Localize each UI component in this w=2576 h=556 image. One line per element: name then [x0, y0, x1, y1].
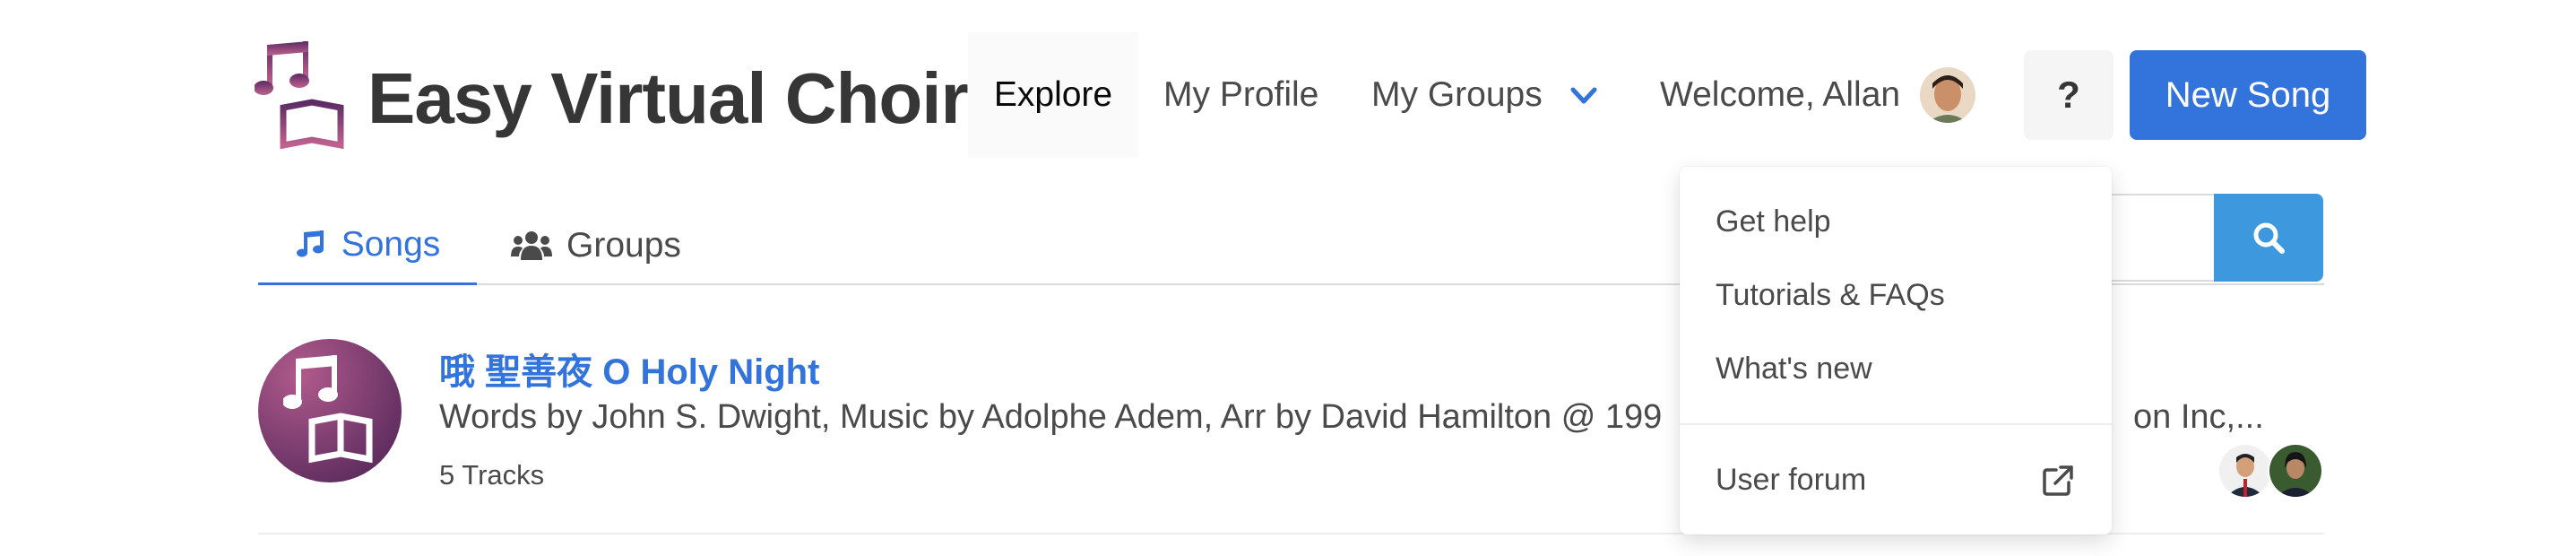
menu-item-whats-new[interactable]: What's new [1716, 352, 1872, 387]
nav-explore[interactable]: Explore [968, 32, 1138, 158]
welcome-text: Welcome, Allan [1660, 75, 1901, 114]
music-note-icon [296, 230, 324, 256]
new-song-button[interactable]: New Song [2130, 50, 2366, 140]
users-icon [511, 231, 552, 260]
song-cover-icon[interactable] [258, 339, 402, 482]
menu-item-tutorials-faqs[interactable]: Tutorials & FAQs [1716, 278, 1945, 313]
logo-icon[interactable] [254, 41, 348, 152]
external-link-icon [2043, 465, 2073, 496]
nav-my-profile[interactable]: My Profile [1163, 32, 1318, 158]
tab-songs-label: Songs [341, 224, 441, 264]
avatar [1920, 67, 1976, 123]
tab-songs[interactable]: Songs [258, 206, 477, 285]
help-button[interactable]: ? [2024, 50, 2114, 140]
song-description-tail: on Inc,... [2133, 398, 2264, 436]
nav-welcome[interactable]: Welcome, Allan [1660, 32, 1976, 158]
avatar [2268, 443, 2323, 499]
song-title-link[interactable]: 哦 聖善夜 O Holy Night [439, 343, 819, 395]
menu-item-user-forum[interactable]: User forum [1716, 463, 1866, 498]
chevron-down-icon [1566, 77, 1602, 113]
song-description: Words by John S. Dwight, Music by Adolph… [439, 398, 1663, 436]
nav-my-groups-label: My Groups [1371, 75, 1543, 114]
tab-groups[interactable]: Groups [511, 206, 681, 285]
menu-divider [1680, 423, 2112, 425]
brand-title[interactable]: Easy Virtual Choir [367, 54, 969, 143]
search-icon [2253, 222, 2285, 254]
search-button[interactable] [2214, 194, 2323, 282]
song-track-count: 5 Tracks [439, 459, 545, 491]
avatar [2217, 443, 2273, 499]
help-dropdown-menu: Get help Tutorials & FAQs What's new Use… [1680, 167, 2112, 534]
menu-item-get-help[interactable]: Get help [1716, 204, 1831, 239]
nav-my-groups[interactable]: My Groups [1371, 32, 1602, 158]
tab-groups-label: Groups [566, 226, 681, 265]
